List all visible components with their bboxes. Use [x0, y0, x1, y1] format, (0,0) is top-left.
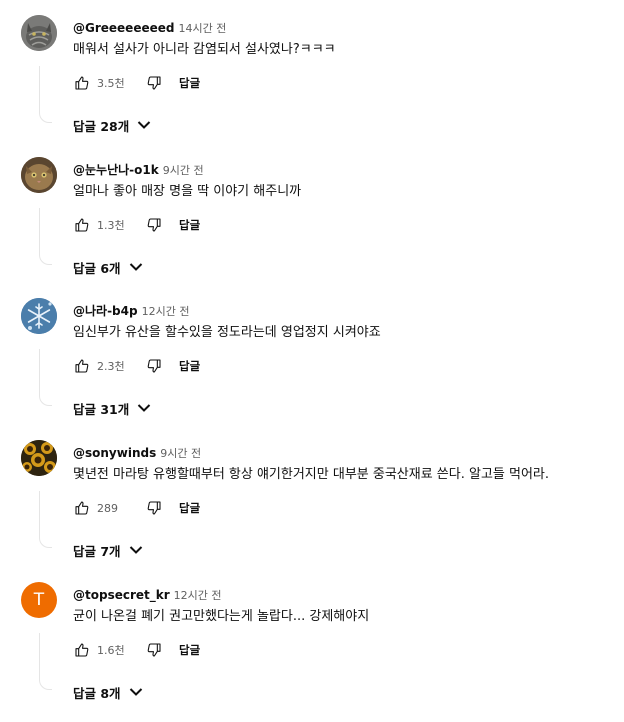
replies-count-label: 답글 6개: [73, 260, 121, 276]
reply-button[interactable]: 답글: [179, 642, 200, 658]
chevron-down-icon: [137, 120, 151, 130]
replies-count-label: 답글 31개: [73, 401, 130, 417]
avatar[interactable]: [21, 298, 57, 334]
reply-button[interactable]: 답글: [179, 75, 200, 91]
comment-time[interactable]: 14시간 전: [178, 22, 226, 35]
comment-header: @Greeeeeeeed 14시간 전: [73, 19, 226, 37]
comment: T @topsecret_kr 12시간 전 균이 나온걸 폐기 권고만했다는게 …: [0, 580, 624, 722]
view-replies-button[interactable]: 답글 31개: [73, 396, 151, 420]
comment: @Greeeeeeeed 14시간 전 매워서 설사가 아니라 감염되서 설사였나…: [0, 13, 624, 155]
comment-header: @눈누난나-o1k 9시간 전: [73, 161, 204, 179]
avatar[interactable]: [21, 157, 57, 193]
sunflowers-avatar-icon: [21, 440, 57, 476]
dislike-button[interactable]: [143, 639, 165, 661]
author-name[interactable]: @sonywinds: [73, 446, 156, 460]
author-name[interactable]: @나라-b4p: [73, 304, 138, 318]
thumb-up-icon: [75, 218, 89, 232]
like-count: 289: [97, 501, 118, 515]
thumb-down-icon: [147, 76, 161, 90]
chevron-down-icon: [129, 262, 143, 272]
cat-face-avatar-icon: [21, 157, 57, 193]
dislike-button[interactable]: [143, 497, 165, 519]
thumb-down-icon: [147, 359, 161, 373]
thumb-up-icon: [75, 643, 89, 657]
comment-time[interactable]: 9시간 전: [160, 447, 201, 460]
comment-header: @나라-b4p 12시간 전: [73, 302, 189, 320]
view-replies-button[interactable]: 답글 7개: [73, 538, 143, 562]
reply-button[interactable]: 답글: [179, 217, 200, 233]
comment: @나라-b4p 12시간 전 임신부가 유산을 할수있을 정도라는데 영업정지 시…: [0, 296, 624, 438]
snowflake-avatar-icon: [21, 298, 57, 334]
like-count: 2.3천: [97, 360, 125, 373]
avatar[interactable]: T: [21, 582, 57, 618]
reply-button[interactable]: 답글: [179, 500, 200, 516]
thumb-down-icon: [147, 643, 161, 657]
chevron-down-icon: [129, 545, 143, 555]
thumb-down-icon: [147, 218, 161, 232]
replies-count-label: 답글 8개: [73, 685, 121, 701]
comment-text: 임신부가 유산을 할수있을 정도라는데 영업정지 시켜야죠: [73, 325, 381, 340]
comment-text: 균이 나온걸 폐기 권고만했다는게 놀랍다... 강제해야지: [73, 609, 370, 624]
author-name[interactable]: @topsecret_kr: [73, 588, 170, 602]
replies-count-label: 답글 28개: [73, 118, 130, 134]
avatar[interactable]: [21, 15, 57, 51]
chevron-down-icon: [129, 687, 143, 697]
thumb-up-icon: [75, 359, 89, 373]
like-button[interactable]: [71, 355, 93, 377]
dislike-button[interactable]: [143, 355, 165, 377]
like-button[interactable]: [71, 72, 93, 94]
view-replies-button[interactable]: 답글 28개: [73, 113, 151, 137]
like-button[interactable]: [71, 214, 93, 236]
replies-count-label: 답글 7개: [73, 543, 121, 559]
view-replies-button[interactable]: 답글 8개: [73, 680, 143, 704]
comment-text: 몇년전 마라탕 유행할때부터 항상 얘기한거지만 대부분 중국산재료 쓴다. 알…: [73, 467, 550, 482]
comment-actions: 1.3천 답글: [71, 213, 200, 237]
thread-line: [39, 349, 52, 406]
chevron-down-icon: [137, 403, 151, 413]
thread-line: [39, 66, 52, 123]
like-count: 1.3천: [97, 219, 125, 232]
like-button[interactable]: [71, 497, 93, 519]
author-name[interactable]: @눈누난나-o1k: [73, 163, 159, 177]
avatar-letter: T: [33, 590, 45, 610]
comment-time[interactable]: 9시간 전: [163, 164, 204, 177]
comment-time[interactable]: 12시간 전: [142, 305, 190, 318]
comment-header: @topsecret_kr 12시간 전: [73, 586, 222, 604]
comment-actions: 289 답글: [71, 496, 200, 520]
like-count: 1.6천: [97, 644, 125, 657]
comment-text: 매워서 설사가 아니라 감염되서 설사였나?ㅋㅋㅋ: [73, 42, 336, 57]
comment-actions: 2.3천 답글: [71, 354, 200, 378]
dislike-button[interactable]: [143, 72, 165, 94]
comment-actions: 1.6천 답글: [71, 638, 200, 662]
thread-line: [39, 633, 52, 690]
thumb-up-icon: [75, 76, 89, 90]
view-replies-button[interactable]: 답글 6개: [73, 255, 143, 279]
author-name[interactable]: @Greeeeeeeed: [73, 21, 174, 35]
comment-header: @sonywinds 9시간 전: [73, 444, 201, 462]
comment: @눈누난나-o1k 9시간 전 얼마나 좋아 매장 명을 딱 이야기 해주니까 1…: [0, 155, 624, 297]
like-count: 3.5천: [97, 77, 125, 90]
thumb-up-icon: [75, 501, 89, 515]
cat-photo-avatar-icon: [21, 15, 57, 51]
thread-line: [39, 208, 52, 265]
avatar[interactable]: [21, 440, 57, 476]
comment-time[interactable]: 12시간 전: [174, 589, 222, 602]
comment-text: 얼마나 좋아 매장 명을 딱 이야기 해주니까: [73, 184, 302, 199]
like-button[interactable]: [71, 639, 93, 661]
comment-list: @Greeeeeeeed 14시간 전 매워서 설사가 아니라 감염되서 설사였나…: [0, 0, 624, 702]
comment: @sonywinds 9시간 전 몇년전 마라탕 유행할때부터 항상 얘기한거지만…: [0, 438, 624, 580]
thread-line: [39, 491, 52, 548]
thumb-down-icon: [147, 501, 161, 515]
reply-button[interactable]: 답글: [179, 358, 200, 374]
dislike-button[interactable]: [143, 214, 165, 236]
comment-actions: 3.5천 답글: [71, 71, 200, 95]
